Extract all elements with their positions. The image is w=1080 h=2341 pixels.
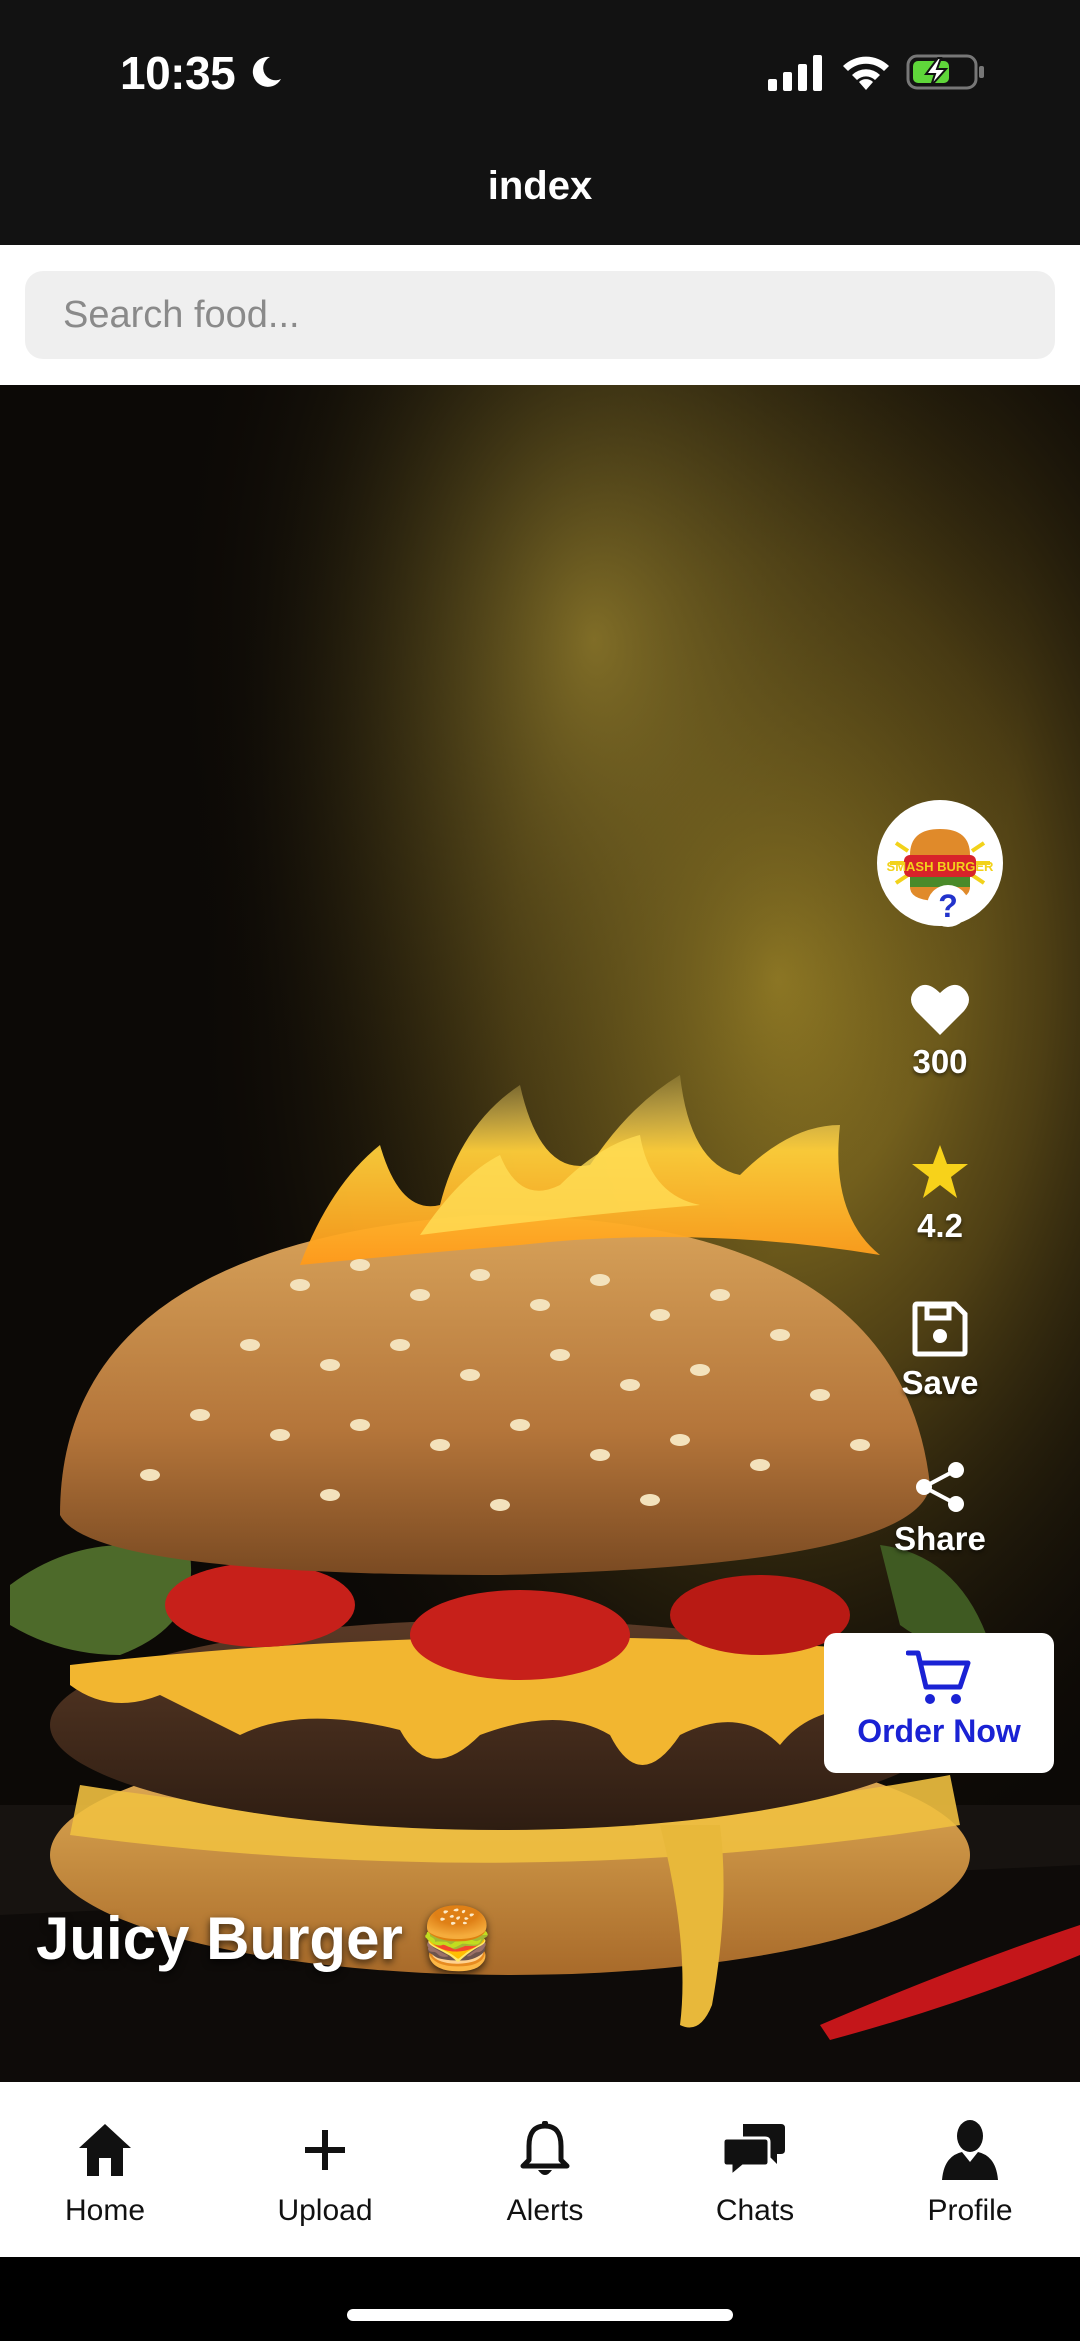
cart-icon: [906, 1650, 971, 1704]
bell-icon: [520, 2121, 570, 2175]
battery-charging-icon: [906, 54, 984, 90]
order-now-label: Order Now: [857, 1713, 1021, 1749]
rating-button[interactable]: 4.2: [860, 1143, 1020, 1245]
search-input[interactable]: [25, 271, 1055, 359]
bottom-tab-bar: Home Upload Alerts Chats Profile: [0, 2082, 1080, 2257]
tab-profile[interactable]: Profile: [885, 2118, 1055, 2228]
tab-alerts[interactable]: Alerts: [460, 2118, 630, 2228]
home-indicator-area: [0, 2257, 1080, 2341]
food-title: Juicy Burger 🍔: [36, 1905, 495, 1972]
status-time: 10:35: [120, 47, 236, 99]
share-button[interactable]: Share: [860, 1460, 1020, 1558]
tab-label: Upload: [277, 2194, 373, 2227]
status-bar: 10:35: [0, 0, 1080, 150]
like-count: 300: [912, 1043, 968, 1080]
chat-icon: [723, 2124, 785, 2180]
tab-label: Alerts: [506, 2194, 584, 2227]
logo-text: SMASH BURGER: [887, 859, 995, 874]
save-button[interactable]: Save: [860, 1300, 1020, 1402]
heart-icon: [911, 984, 969, 1035]
search-bar: [0, 245, 1080, 385]
tab-upload[interactable]: Upload: [240, 2118, 410, 2228]
rating-value: 4.2: [917, 1207, 963, 1244]
page-title: index: [487, 164, 593, 208]
follow-badge[interactable]: ?: [927, 885, 969, 927]
share-icon: [916, 1462, 964, 1512]
share-label: Share: [894, 1520, 986, 1557]
home-indicator[interactable]: [347, 2309, 733, 2321]
person-icon: [942, 2120, 998, 2180]
tab-chats[interactable]: Chats: [670, 2118, 840, 2228]
food-post[interactable]: SMASH BURGER ? 300 4.2 Save Share Order …: [0, 385, 1080, 2082]
order-now-button[interactable]: Order Now: [824, 1633, 1054, 1773]
save-icon: [912, 1301, 968, 1357]
nav-header: index: [0, 150, 1080, 245]
tab-label: Chats: [715, 2194, 795, 2227]
star-icon: [912, 1145, 968, 1198]
home-icon: [79, 2124, 131, 2176]
cellular-signal-icon: [768, 55, 822, 91]
wifi-icon: [843, 56, 889, 90]
tab-label: Home: [64, 2194, 146, 2227]
like-button[interactable]: 300: [860, 981, 1020, 1081]
plus-icon: [305, 2130, 345, 2170]
tab-label: Profile: [927, 2194, 1013, 2227]
save-label: Save: [901, 1364, 979, 1401]
moon-icon: [252, 56, 281, 87]
tab-home[interactable]: Home: [20, 2118, 190, 2228]
